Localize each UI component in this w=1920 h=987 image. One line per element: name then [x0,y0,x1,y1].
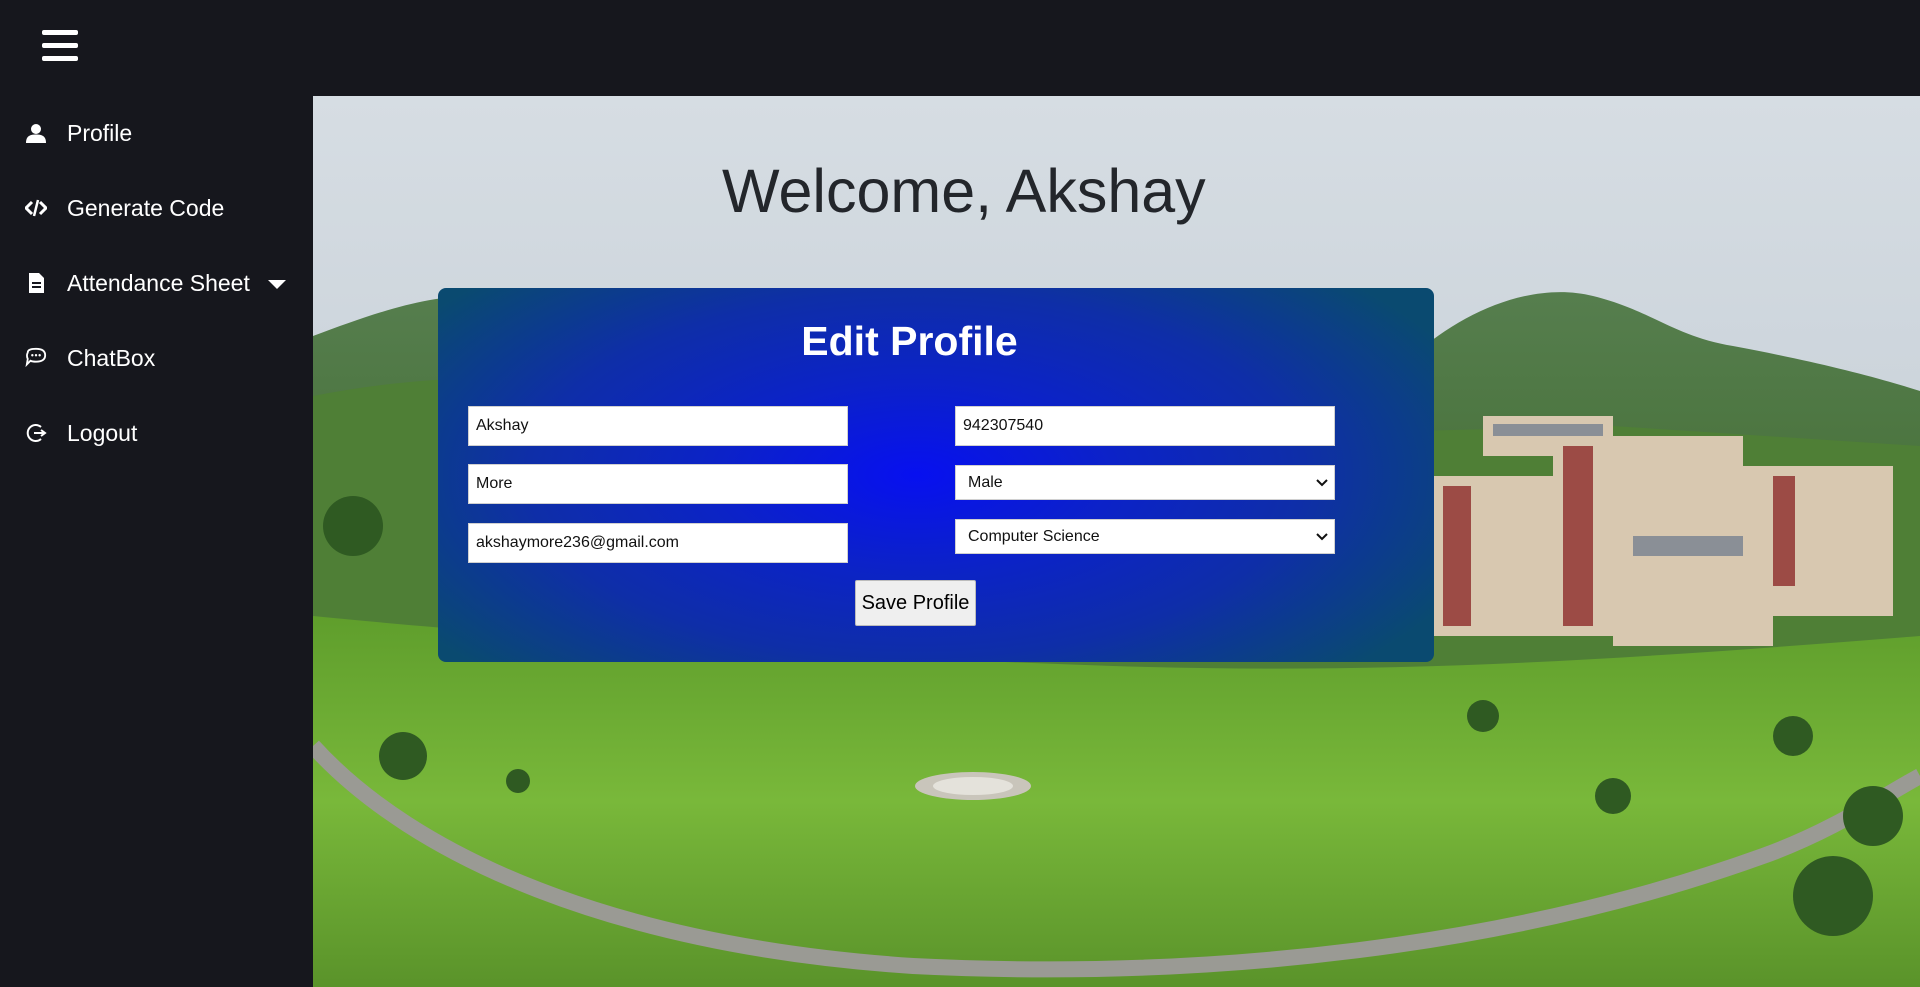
last-name-input[interactable]: More [468,464,848,504]
save-profile-button[interactable]: Save Profile [855,580,976,626]
hamburger-menu-icon[interactable] [42,30,78,62]
sidebar-item-label: Generate Code [67,194,225,221]
caret-down-icon[interactable] [268,277,286,289]
chat-bubble-icon [25,347,47,369]
department-select-value: Computer Science [968,527,1100,545]
sidebar-item-label: Logout [67,419,138,446]
edit-profile-card: Edit Profile Akshay More akshaymore236@g… [438,288,1434,662]
sidebar-item-label: Profile [67,119,133,146]
sidebar-item-chatbox[interactable]: ChatBox [0,328,313,388]
chevron-down-icon [1316,532,1328,540]
sidebar-item-label: Attendance Sheet [67,269,250,296]
sidebar: Profile Generate Code Attendance Sheet C… [0,96,313,987]
sidebar-item-attendance-sheet[interactable]: Attendance Sheet [0,253,313,313]
edit-profile-title: Edit Profile [801,318,1018,364]
phone-input[interactable]: 942307540 [955,406,1335,446]
welcome-heading: Welcome, Akshay [722,157,1206,225]
user-icon [25,122,47,144]
sidebar-item-generate-code[interactable]: Generate Code [0,178,313,238]
main-content: Welcome, Akshay Edit Profile Akshay More… [313,96,1920,987]
code-icon [25,197,47,219]
chevron-down-icon [1316,478,1328,486]
email-input[interactable]: akshaymore236@gmail.com [468,523,848,563]
gender-select[interactable]: Male [955,465,1335,500]
sidebar-item-profile[interactable]: Profile [0,103,313,163]
document-icon [25,272,47,294]
sidebar-item-label: ChatBox [67,344,156,371]
logout-icon [25,422,47,444]
first-name-input[interactable]: Akshay [468,406,848,446]
department-select[interactable]: Computer Science [955,519,1335,554]
top-bar [0,0,1920,96]
gender-select-value: Male [968,473,1003,491]
sidebar-item-logout[interactable]: Logout [0,403,313,463]
